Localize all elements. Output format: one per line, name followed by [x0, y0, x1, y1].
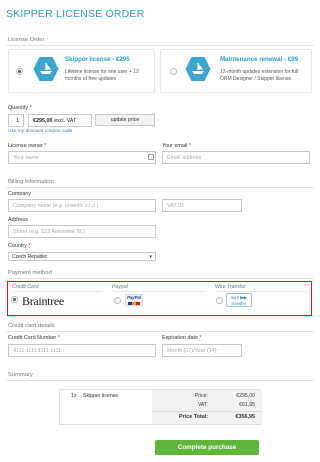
- product-radio-maintenance[interactable]: [170, 68, 177, 75]
- divider: [152, 411, 261, 412]
- summary-row-value: €61,95: [239, 402, 255, 408]
- product-description: ORM Designer / Skipper license.: [220, 76, 293, 82]
- expiry-input[interactable]: Month (07)/Year (14): [162, 344, 242, 357]
- payment-option-label: Paypal: [112, 284, 128, 290]
- page-title: SKIPPER LICENSE ORDER: [6, 8, 145, 20]
- country-select[interactable]: Czech Republic ▾: [8, 252, 156, 261]
- divider: [12, 291, 102, 292]
- product-description: Lifetime license for one user + 12: [65, 69, 139, 75]
- skipper-logo-icon: [33, 56, 59, 82]
- address-input[interactable]: Street (e.g. 123 Awesome St.): [8, 225, 156, 238]
- summary-total-value: €356,95: [235, 414, 256, 420]
- complete-purchase-button[interactable]: Complete purchase: [155, 440, 259, 455]
- divider: [6, 187, 314, 188]
- card-number-label: Credit Card Number *: [8, 335, 60, 341]
- license-owner-input[interactable]: Your name: [8, 151, 156, 164]
- payment-radio-wire-transfer[interactable]: [216, 297, 223, 304]
- payment-method-group: Credit Card Braintree Paypal PayPal Wire…: [7, 281, 312, 316]
- divider: [6, 278, 314, 279]
- summary-row-label: VAT:: [197, 402, 208, 408]
- product-description: months of free updates: [65, 76, 117, 82]
- country-label: Country *: [8, 243, 31, 249]
- company-input[interactable]: Company name (e.g. Inventic s.r.o.): [8, 199, 156, 212]
- braintree-logo: Braintree: [22, 294, 64, 308]
- license-owner-label: License owner *: [8, 143, 47, 149]
- divider: [112, 291, 204, 292]
- divider: [6, 380, 314, 381]
- product-maintenance-renewal[interactable]: Maintenance renewal - €99 12-month updat…: [160, 49, 312, 93]
- license-order-heading: License Order: [8, 37, 45, 43]
- address-label: Address: [8, 217, 28, 223]
- summary-row-label: Price:: [194, 393, 208, 399]
- quantity-input[interactable]: 1: [8, 114, 24, 127]
- product-title: Skipper license - €295: [65, 56, 130, 63]
- summary-item-name: Skipper license: [83, 393, 119, 399]
- divider: [6, 331, 314, 332]
- payment-option-label: Wire Transfer: [215, 284, 246, 290]
- update-price-button[interactable]: update price: [95, 114, 155, 126]
- expiry-label: Expiration date *: [162, 335, 202, 341]
- wire-transfer-logo: wire ▶▶ transfer: [226, 293, 252, 307]
- product-title: Maintenance renewal - €99: [220, 56, 299, 63]
- summary-table: 1x Skipper license Price: €295,00 VAT: €…: [59, 389, 262, 425]
- divider: [6, 45, 314, 46]
- company-label: Company: [8, 191, 32, 197]
- skipper-logo-icon: [185, 56, 211, 82]
- paypal-logo: PayPal: [125, 294, 143, 306]
- quantity-label: Quantity *: [8, 105, 32, 111]
- payment-radio-credit-card[interactable]: [11, 296, 18, 303]
- email-input[interactable]: Email address: [162, 151, 310, 164]
- payment-option-label: Credit Card: [12, 284, 39, 290]
- summary-heading: Summary: [8, 372, 33, 378]
- summary-row-value: €295,00: [236, 393, 255, 399]
- product-skipper-license[interactable]: Skipper license - €295 Lifetime license …: [8, 49, 155, 93]
- payment-radio-paypal[interactable]: [114, 297, 121, 304]
- vat-id-input[interactable]: VAT ID: [162, 199, 242, 212]
- product-radio-skipper[interactable]: [16, 68, 23, 75]
- card-details-heading: Credit card details: [8, 323, 55, 329]
- payment-heading: Payment method: [8, 270, 52, 276]
- billing-heading: Billing information: [8, 179, 54, 185]
- product-description: 12-month updates extension for full: [220, 69, 299, 75]
- discount-coupon-link[interactable]: Use my discount coupon code: [8, 129, 72, 134]
- chevron-down-icon: ▾: [149, 254, 152, 260]
- email-label: Your email *: [162, 143, 191, 149]
- summary-total-label: Price Total:: [179, 414, 208, 420]
- card-number-input[interactable]: 4111 1111 1111 1111: [8, 344, 156, 357]
- divider: [215, 291, 307, 292]
- contact-card-icon: [148, 154, 154, 160]
- quantity-price-display: €295,00 excl. VAT: [28, 114, 92, 127]
- summary-item-qty: 1x: [71, 393, 77, 399]
